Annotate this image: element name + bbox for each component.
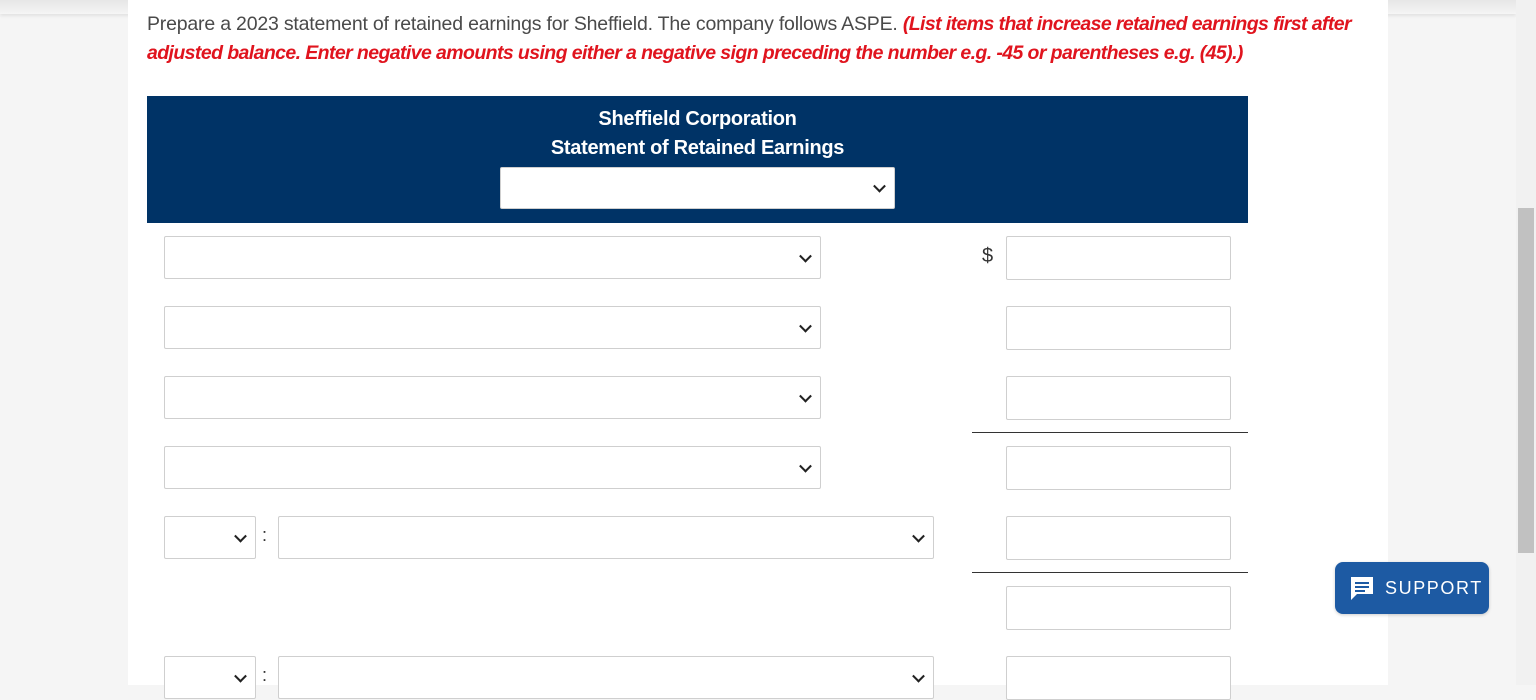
currency-symbol: $	[982, 245, 994, 267]
chevron-down-icon	[799, 249, 812, 263]
row-4-amount-input[interactable]	[1006, 446, 1231, 490]
instructions-text: Prepare a 2023 statement of retained ear…	[147, 10, 1377, 68]
chevron-down-icon	[873, 179, 886, 193]
company-name: Sheffield Corporation	[598, 108, 797, 130]
statement-title: Statement of Retained Earnings	[550, 137, 845, 159]
chevron-down-icon	[234, 669, 247, 683]
row-3-account-select[interactable]	[164, 376, 821, 419]
row-5-amount-input[interactable]	[1006, 516, 1231, 560]
chevron-down-icon	[799, 319, 812, 333]
row-7-amount-input[interactable]	[1006, 656, 1231, 700]
support-label: SUPPORT	[1385, 577, 1483, 598]
row-7-prefix-select[interactable]	[164, 656, 256, 699]
row-5-prefix-select[interactable]	[164, 516, 256, 559]
scrollbar-thumb[interactable]	[1518, 208, 1534, 553]
row-2-amount-input[interactable]	[1006, 306, 1231, 350]
chevron-down-icon	[799, 459, 812, 473]
row-2-account-select[interactable]	[164, 306, 821, 349]
separator-colon: :	[262, 665, 268, 685]
subtotal-rule	[972, 432, 1248, 433]
row-5-account-select[interactable]	[278, 516, 934, 559]
separator-colon: :	[262, 525, 268, 545]
chevron-down-icon	[912, 669, 925, 683]
chevron-down-icon	[799, 389, 812, 403]
row-4-account-select[interactable]	[164, 446, 821, 489]
row-3-amount-input[interactable]	[1006, 376, 1231, 420]
chevron-down-icon	[912, 529, 925, 543]
row-1-account-select[interactable]	[164, 236, 821, 279]
chevron-down-icon	[234, 529, 247, 543]
support-button[interactable]: SUPPORT	[1335, 562, 1489, 614]
instructions-main: Prepare a 2023 statement of retained ear…	[147, 13, 898, 35]
subtotal-rule	[972, 572, 1248, 573]
statement-header: Sheffield Corporation Statement of Retai…	[147, 96, 1248, 223]
row-1-amount-input[interactable]	[1006, 236, 1231, 280]
date-select[interactable]	[500, 167, 895, 209]
scrollbar[interactable]	[1516, 0, 1536, 685]
row-6-amount-input[interactable]	[1006, 586, 1231, 630]
chat-icon	[1348, 574, 1376, 602]
row-7-account-select[interactable]	[278, 656, 934, 699]
